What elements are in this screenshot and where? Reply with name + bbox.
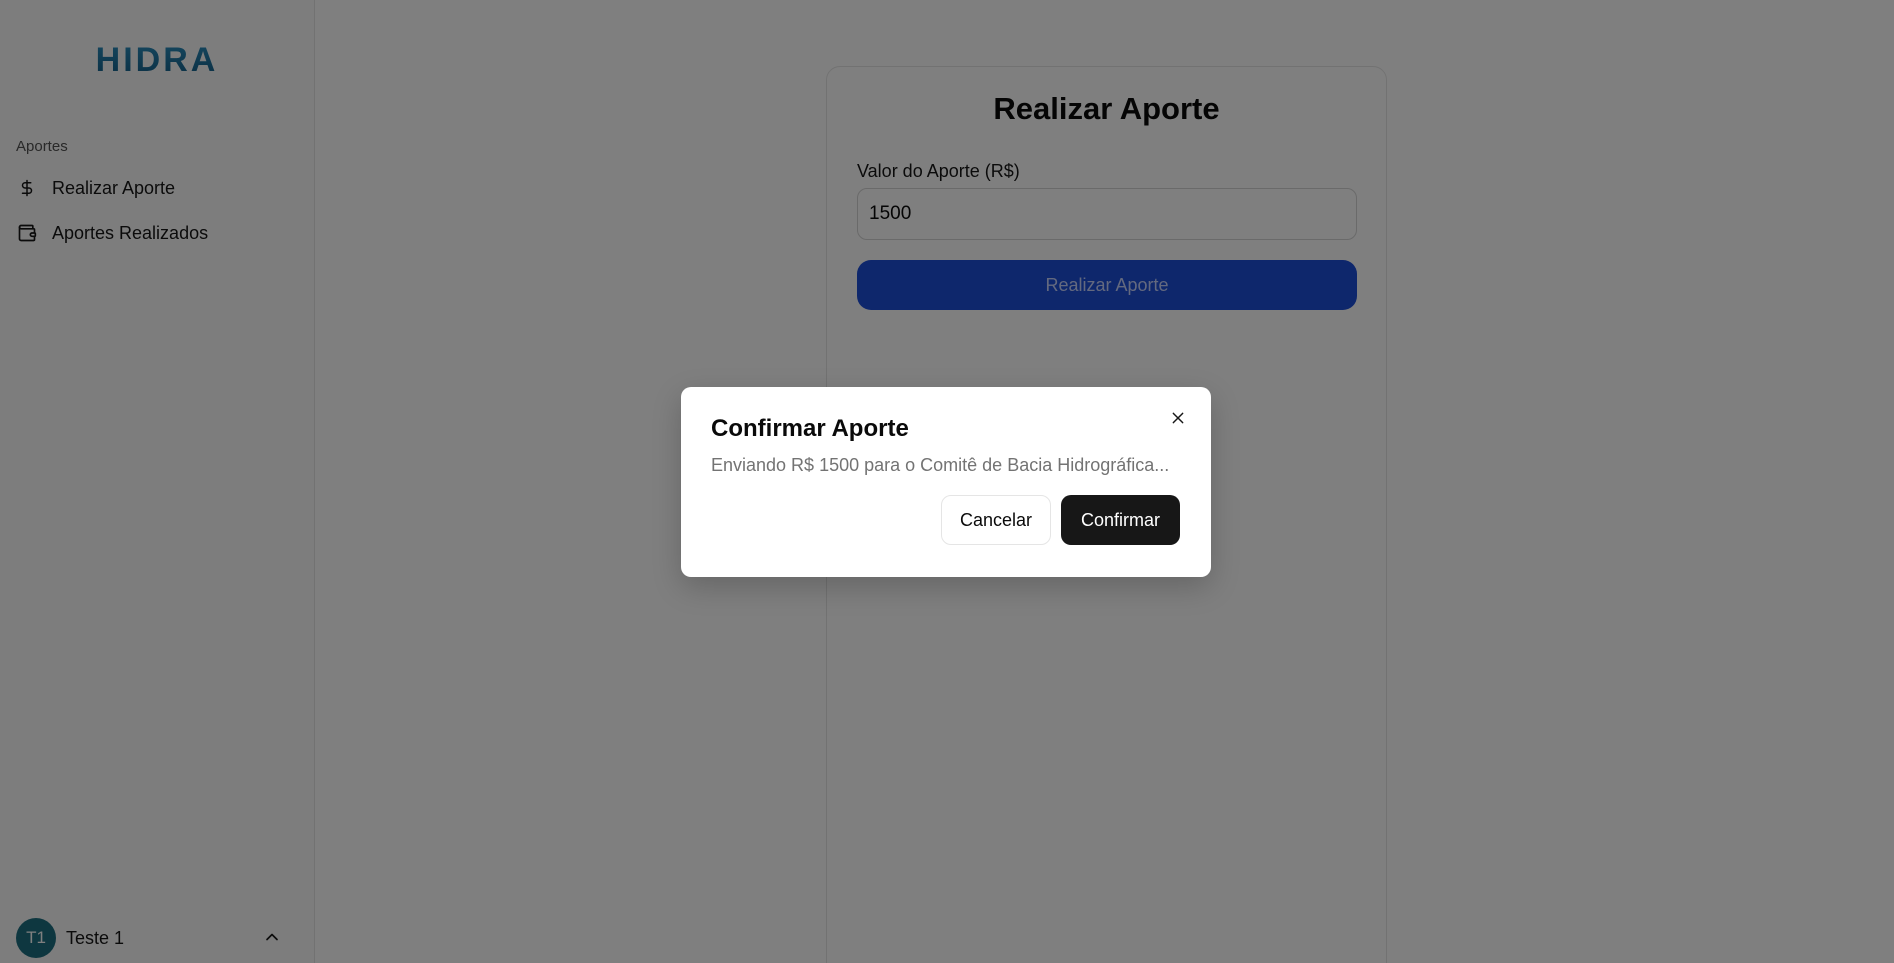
dialog-description: Enviando R$ 1500 para o Comitê de Bacia … [711,455,1170,475]
confirm-button[interactable]: Confirmar [1061,495,1180,545]
close-icon[interactable] [1167,407,1189,429]
confirm-dialog: Confirmar Aporte Enviando R$ 1500 para o… [681,387,1211,577]
app-root: HIDRA Aportes Realizar Aporte Aportes Re… [0,0,1894,963]
dialog-title: Confirmar Aporte [711,415,909,442]
cancel-button[interactable]: Cancelar [941,495,1051,545]
